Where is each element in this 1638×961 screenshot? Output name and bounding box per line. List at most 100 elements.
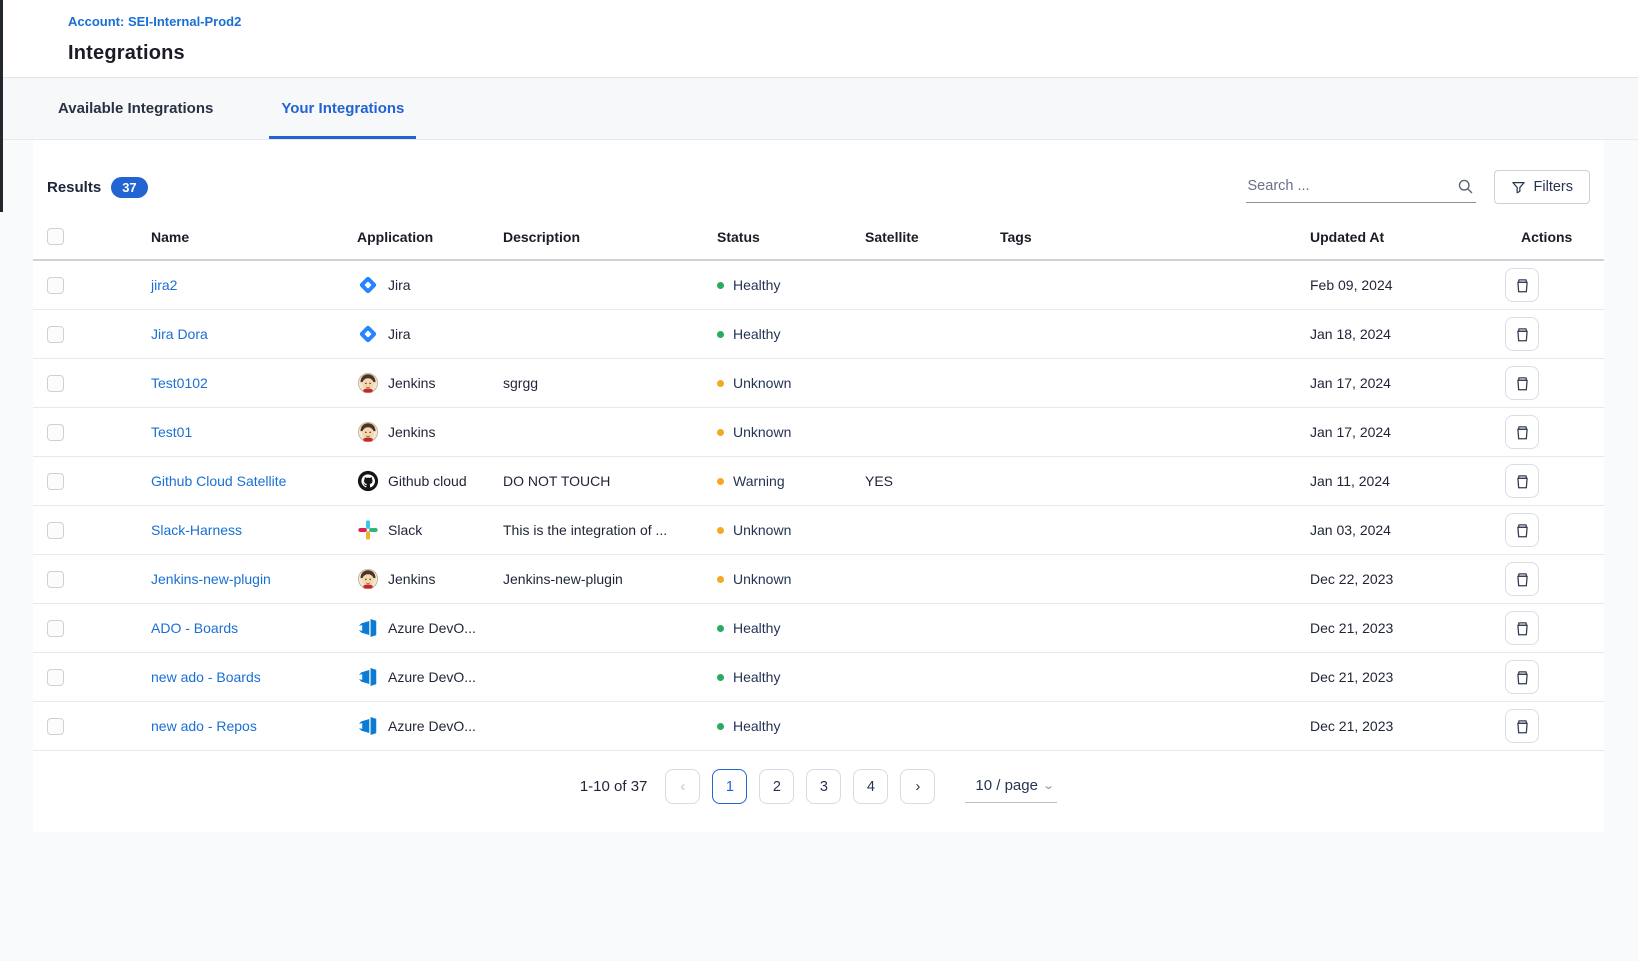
funnel-icon bbox=[1511, 180, 1526, 195]
row-checkbox[interactable] bbox=[47, 375, 64, 392]
table-row: new ado - Repos Azure DevO... Healthy De… bbox=[33, 702, 1604, 751]
column-header-actions: Actions bbox=[1505, 229, 1604, 245]
row-checkbox[interactable] bbox=[47, 620, 64, 637]
row-checkbox[interactable] bbox=[47, 473, 64, 490]
delete-button[interactable] bbox=[1505, 513, 1539, 547]
trash-icon bbox=[1514, 718, 1531, 735]
filters-button[interactable]: Filters bbox=[1494, 170, 1590, 204]
trash-icon bbox=[1514, 669, 1531, 686]
integration-name-link[interactable]: Jenkins-new-plugin bbox=[151, 571, 271, 587]
updated-at-value: Jan 11, 2024 bbox=[1310, 473, 1505, 489]
updated-at-value: Dec 22, 2023 bbox=[1310, 571, 1505, 587]
results-label: Results bbox=[47, 179, 101, 196]
next-page-button[interactable]: › bbox=[900, 769, 935, 804]
status-cell: Unknown bbox=[717, 522, 865, 538]
trash-icon bbox=[1514, 326, 1531, 343]
integration-name-link[interactable]: new ado - Boards bbox=[151, 669, 261, 685]
delete-button[interactable] bbox=[1505, 660, 1539, 694]
status-cell: Healthy bbox=[717, 718, 865, 734]
search-input[interactable] bbox=[1248, 178, 1457, 194]
application-name: Jenkins bbox=[388, 375, 435, 391]
row-checkbox[interactable] bbox=[47, 424, 64, 441]
trash-icon bbox=[1514, 424, 1531, 441]
row-checkbox[interactable] bbox=[47, 669, 64, 686]
status-dot bbox=[717, 429, 724, 436]
status-text: Unknown bbox=[733, 522, 791, 538]
updated-at-value: Jan 17, 2024 bbox=[1310, 424, 1505, 440]
updated-at-value: Dec 21, 2023 bbox=[1310, 718, 1505, 734]
integration-name-link[interactable]: Test0102 bbox=[151, 375, 208, 391]
status-text: Healthy bbox=[733, 326, 780, 342]
page-button-3[interactable]: 3 bbox=[806, 769, 841, 804]
jira-icon bbox=[357, 323, 379, 345]
integration-name-link[interactable]: Github Cloud Satellite bbox=[151, 473, 286, 489]
integration-name-link[interactable]: Slack-Harness bbox=[151, 522, 242, 538]
delete-button[interactable] bbox=[1505, 317, 1539, 351]
application-name: Github cloud bbox=[388, 473, 467, 489]
status-dot bbox=[717, 282, 724, 289]
table-row: Jenkins-new-plugin Jenkins Jenkins-new-p… bbox=[33, 555, 1604, 604]
status-dot bbox=[717, 478, 724, 485]
column-header-updated-at: Updated At bbox=[1310, 229, 1505, 245]
trash-icon bbox=[1514, 620, 1531, 637]
tab-bar: Available Integrations Your Integrations bbox=[0, 78, 1638, 140]
status-text: Warning bbox=[733, 473, 785, 489]
delete-button[interactable] bbox=[1505, 709, 1539, 743]
table-body: jira2 Jira Healthy Feb 09, 2024 Jira Dor… bbox=[33, 261, 1604, 751]
trash-icon bbox=[1514, 473, 1531, 490]
updated-at-value: Feb 09, 2024 bbox=[1310, 277, 1505, 293]
status-dot bbox=[717, 527, 724, 534]
table-row: Test01 Jenkins Unknown Jan 17, 2024 bbox=[33, 408, 1604, 457]
application-name: Jira bbox=[388, 326, 411, 342]
previous-page-button[interactable]: ‹ bbox=[665, 769, 700, 804]
delete-button[interactable] bbox=[1505, 415, 1539, 449]
table-row: Test0102 Jenkins sgrgg Unknown Jan 17, 2… bbox=[33, 359, 1604, 408]
page-title: Integrations bbox=[68, 42, 1638, 65]
integration-name-link[interactable]: new ado - Repos bbox=[151, 718, 257, 734]
delete-button[interactable] bbox=[1505, 611, 1539, 645]
integration-name-link[interactable]: ADO - Boards bbox=[151, 620, 238, 636]
status-cell: Warning bbox=[717, 473, 865, 489]
status-cell: Unknown bbox=[717, 375, 865, 391]
trash-icon bbox=[1514, 522, 1531, 539]
page-size-select[interactable]: 10 / page ⌄ bbox=[965, 770, 1057, 803]
application-name: Slack bbox=[388, 522, 422, 538]
table-row: new ado - Boards Azure DevO... Healthy D… bbox=[33, 653, 1604, 702]
page-header: Account: SEI-Internal-Prod2 Integrations bbox=[0, 0, 1638, 78]
status-cell: Healthy bbox=[717, 669, 865, 685]
description-text: Jenkins-new-plugin bbox=[503, 571, 717, 587]
chevron-down-icon: ⌄ bbox=[1042, 779, 1055, 792]
row-checkbox[interactable] bbox=[47, 277, 64, 294]
table-row: ADO - Boards Azure DevO... Healthy Dec 2… bbox=[33, 604, 1604, 653]
trash-icon bbox=[1514, 277, 1531, 294]
column-header-description: Description bbox=[503, 229, 717, 245]
updated-at-value: Jan 03, 2024 bbox=[1310, 522, 1505, 538]
account-breadcrumb-link[interactable]: Account: SEI-Internal-Prod2 bbox=[68, 14, 241, 29]
delete-button[interactable] bbox=[1505, 562, 1539, 596]
delete-button[interactable] bbox=[1505, 268, 1539, 302]
row-checkbox[interactable] bbox=[47, 718, 64, 735]
page-button-1[interactable]: 1 bbox=[712, 769, 747, 804]
search-icon bbox=[1457, 178, 1474, 195]
delete-button[interactable] bbox=[1505, 366, 1539, 400]
row-checkbox[interactable] bbox=[47, 571, 64, 588]
description-text: This is the integration of ... bbox=[503, 522, 717, 538]
tab-available-integrations[interactable]: Available Integrations bbox=[46, 78, 225, 139]
integrations-table: Name Application Description Status Sate… bbox=[33, 214, 1604, 751]
results-count-badge: 37 bbox=[111, 177, 147, 198]
delete-button[interactable] bbox=[1505, 464, 1539, 498]
status-cell: Unknown bbox=[717, 424, 865, 440]
integration-name-link[interactable]: jira2 bbox=[151, 277, 177, 293]
integration-name-link[interactable]: Jira Dora bbox=[151, 326, 208, 342]
azure-devops-icon bbox=[357, 617, 379, 639]
page-button-4[interactable]: 4 bbox=[853, 769, 888, 804]
select-all-checkbox[interactable] bbox=[47, 228, 64, 245]
row-checkbox[interactable] bbox=[47, 522, 64, 539]
column-header-tags: Tags bbox=[1000, 229, 1310, 245]
trash-icon bbox=[1514, 375, 1531, 392]
row-checkbox[interactable] bbox=[47, 326, 64, 343]
integration-name-link[interactable]: Test01 bbox=[151, 424, 192, 440]
tab-your-integrations[interactable]: Your Integrations bbox=[269, 78, 416, 139]
status-dot bbox=[717, 331, 724, 338]
page-button-2[interactable]: 2 bbox=[759, 769, 794, 804]
